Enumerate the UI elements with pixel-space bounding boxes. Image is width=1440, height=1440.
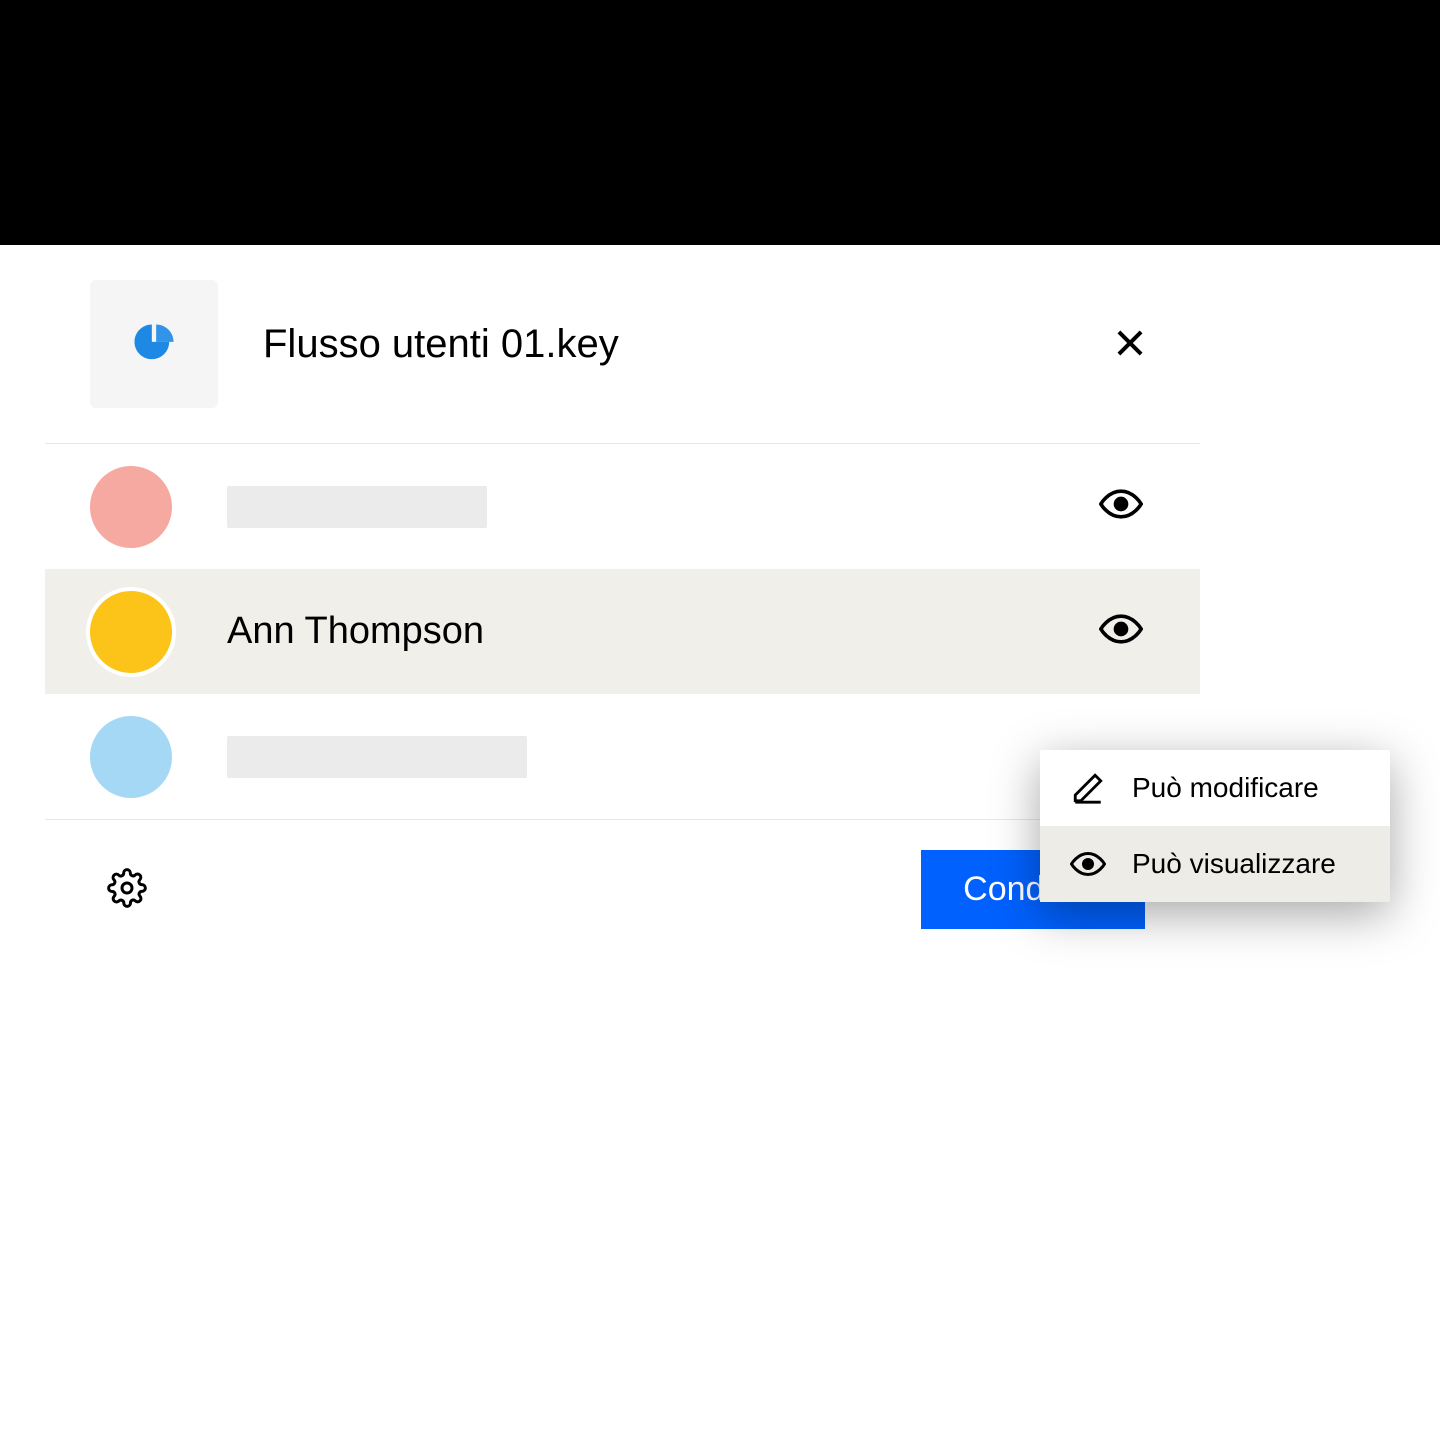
settings-button[interactable] [105,868,149,912]
dropdown-item-edit[interactable]: Può modificare [1040,750,1390,826]
share-dialog: Flusso utenti 01.key [45,245,1200,964]
dropdown-item-view[interactable]: Può visualizzare [1040,826,1390,902]
avatar [86,587,176,677]
eye-icon [1099,607,1143,656]
dropdown-item-label: Può modificare [1132,772,1319,804]
eye-icon [1068,844,1108,884]
users-list: Ann Thompson [45,444,1200,819]
file-icon-container [90,280,218,408]
dialog-footer: Condividi [45,819,1200,964]
pie-chart-icon [128,318,180,370]
eye-icon [1099,482,1143,531]
file-title: Flusso utenti 01.key [263,322,1110,367]
user-name-label: Ann Thompson [227,610,1097,653]
user-name-placeholder [227,486,1097,528]
avatar [90,466,172,548]
user-name-placeholder [227,736,1097,778]
permission-dropdown: Può modificare Può visualizzare [1040,750,1390,902]
dropdown-item-label: Può visualizzare [1132,848,1336,880]
close-button[interactable] [1110,324,1150,364]
gear-icon [107,868,147,911]
user-row[interactable] [45,444,1200,569]
edit-icon [1068,768,1108,808]
dialog-header: Flusso utenti 01.key [45,245,1200,444]
user-row[interactable] [45,694,1200,819]
top-black-bar [0,0,1440,245]
avatar [90,716,172,798]
permission-view-icon[interactable] [1097,483,1145,531]
user-row[interactable]: Ann Thompson [45,569,1200,694]
permission-view-icon[interactable] [1097,608,1145,656]
close-icon [1111,324,1149,365]
